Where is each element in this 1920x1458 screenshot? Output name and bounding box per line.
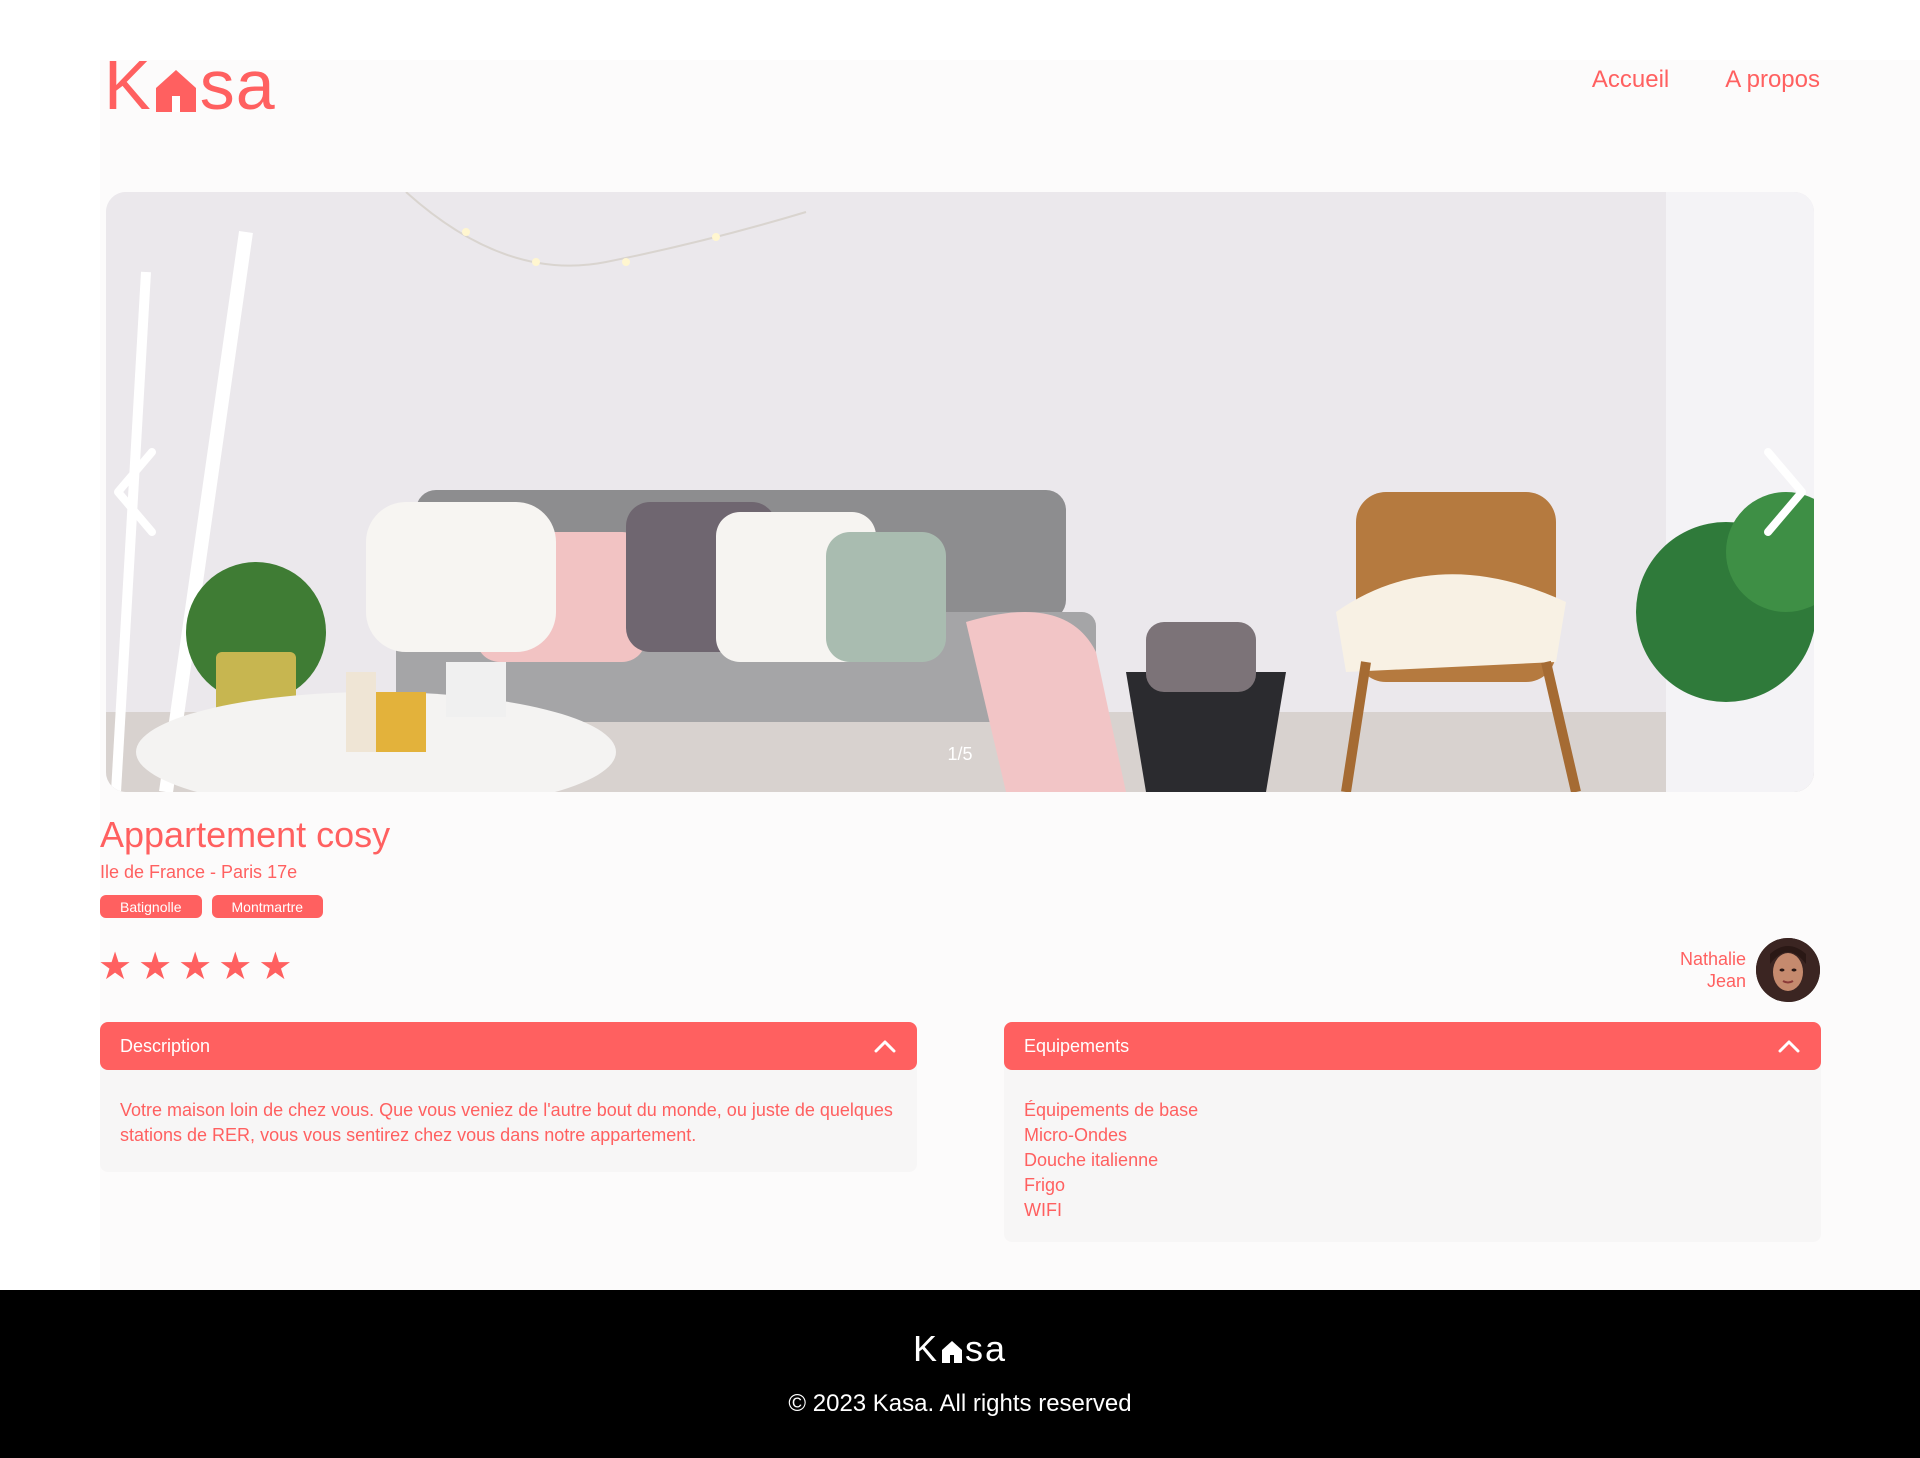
star-icon: ★ bbox=[218, 946, 253, 988]
footer-copyright: © 2023 Kasa. All rights reserved bbox=[788, 1390, 1132, 1417]
chevron-left-icon[interactable] bbox=[106, 444, 166, 540]
description-collapse-header[interactable]: Description bbox=[100, 1022, 917, 1070]
tag: Montmartre bbox=[211, 895, 324, 918]
equipment-item: WIFI bbox=[1024, 1200, 1062, 1220]
description-collapse-body: Votre maison loin de chez vous. Que vous… bbox=[100, 1062, 917, 1172]
chevron-up-icon[interactable] bbox=[1777, 1038, 1801, 1054]
star-icon: ★ bbox=[258, 946, 293, 988]
equipment-item: Micro-Ondes bbox=[1024, 1125, 1128, 1145]
star-icon: ★ bbox=[138, 946, 173, 988]
footer-logo-letters-sa: sa bbox=[964, 1328, 1008, 1369]
tag: Batignolle bbox=[100, 895, 202, 918]
host-avatar bbox=[1756, 938, 1820, 1002]
house-icon bbox=[941, 1341, 962, 1363]
equipments-collapse-header[interactable]: Equipements bbox=[1004, 1022, 1821, 1070]
living-room-photo bbox=[106, 192, 1814, 792]
host-first-name: Nathalie bbox=[1679, 949, 1746, 969]
equipment-item: Équipements de base bbox=[1024, 1100, 1199, 1120]
photo-carousel: 1/5 bbox=[106, 192, 1814, 792]
equipment-list: Équipements de base Micro-Ondes Douche i… bbox=[1024, 1098, 1801, 1223]
footer-logo-letter-k: K bbox=[912, 1328, 939, 1369]
listing-title: Appartement cosy bbox=[100, 814, 391, 855]
description-collapse: Description Votre maison loin de chez vo… bbox=[100, 1022, 917, 1172]
main-nav: Accueil A propos bbox=[1592, 66, 1820, 94]
star-icon: ★ bbox=[178, 946, 213, 988]
host-last-name: Jean bbox=[1706, 971, 1746, 991]
equipments-collapse: Equipements Équipements de base Micro-On… bbox=[1004, 1022, 1821, 1242]
nav-link-about[interactable]: A propos bbox=[1725, 66, 1820, 94]
logo-letter-k: K bbox=[104, 46, 152, 124]
equipments-collapse-body: Équipements de base Micro-Ondes Douche i… bbox=[1004, 1062, 1821, 1242]
host-info: Nathalie Jean bbox=[1680, 938, 1820, 1002]
rating-stars: ★ ★ ★ ★ ★ bbox=[98, 948, 292, 986]
kasa-logo[interactable]: K sa bbox=[104, 50, 276, 120]
host-name: Nathalie Jean bbox=[1680, 948, 1746, 992]
equipment-item: Douche italienne bbox=[1024, 1150, 1159, 1170]
avatar-portrait bbox=[1756, 938, 1820, 1002]
nav-link-home[interactable]: Accueil bbox=[1592, 66, 1669, 94]
listing-location: Ile de France - Paris 17e bbox=[100, 862, 298, 882]
description-text: Votre maison loin de chez vous. Que vous… bbox=[120, 1100, 893, 1145]
logo-letters-sa: sa bbox=[199, 46, 276, 124]
footer: K sa © 2023 Kasa. All rights reserved bbox=[0, 1290, 1920, 1458]
description-collapse-title: Description bbox=[120, 1035, 211, 1056]
tag-list: Batignolle Montmartre bbox=[100, 895, 324, 918]
equipments-collapse-title: Equipements bbox=[1024, 1035, 1130, 1056]
header: K sa Accueil A propos bbox=[100, 50, 1820, 120]
house-icon bbox=[155, 70, 196, 112]
equipment-item: Frigo bbox=[1024, 1175, 1066, 1195]
chevron-right-icon[interactable] bbox=[1754, 444, 1814, 540]
chevron-up-icon[interactable] bbox=[873, 1038, 897, 1054]
star-icon: ★ bbox=[98, 946, 133, 988]
carousel-counter: 1/5 bbox=[947, 744, 973, 764]
footer-logo: K sa bbox=[0, 1328, 1920, 1370]
